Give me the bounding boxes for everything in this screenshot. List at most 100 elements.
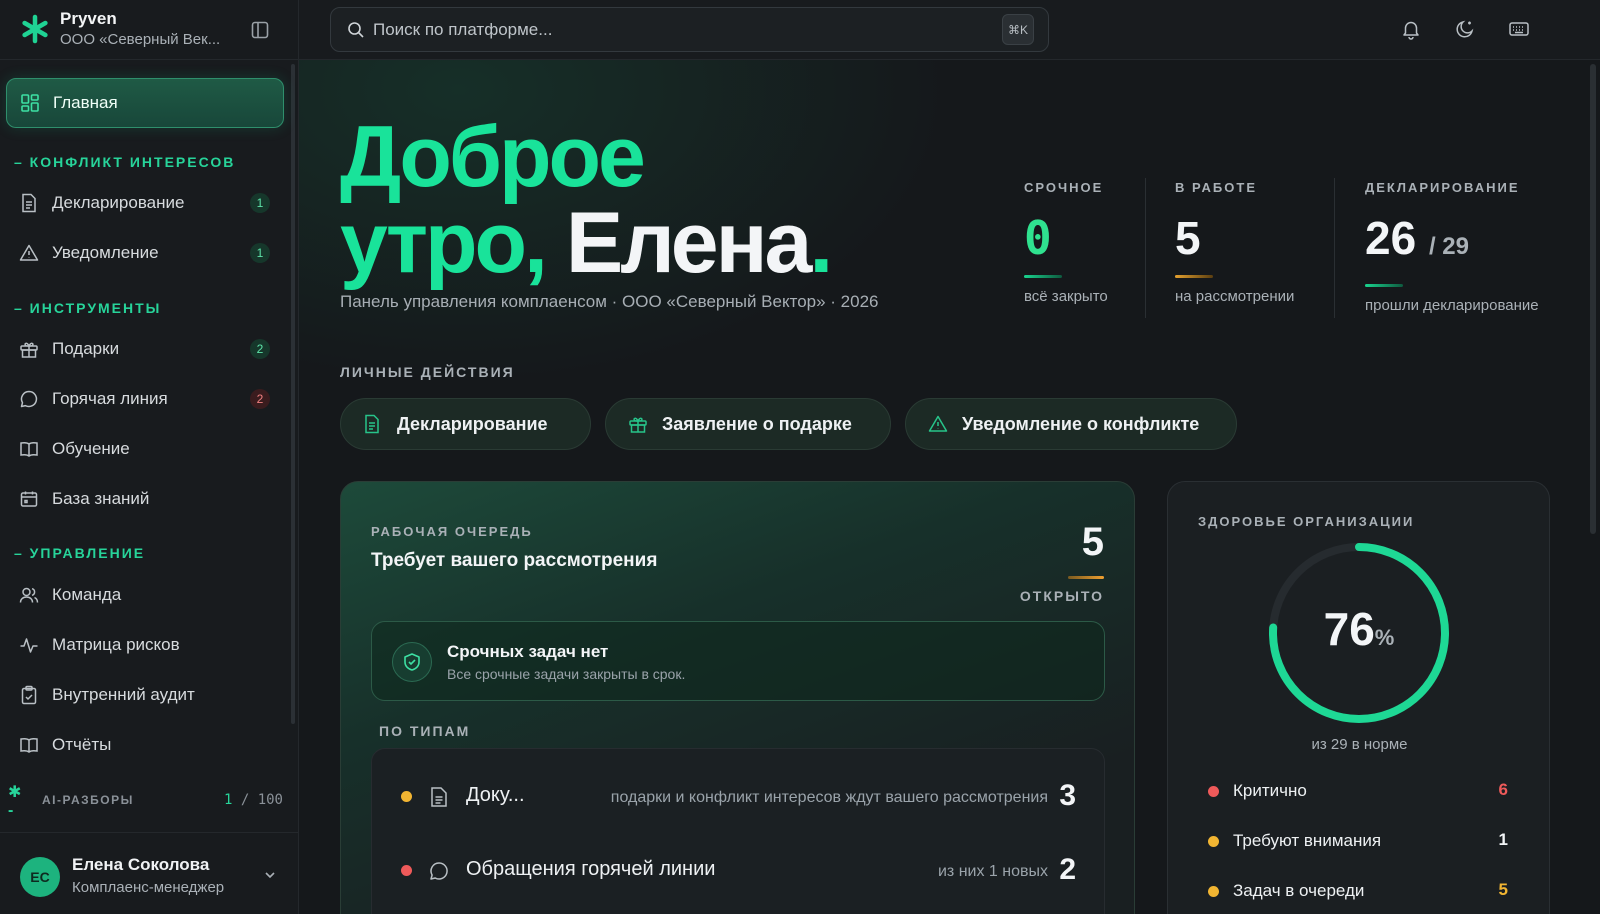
action-label: Уведомление о конфликте bbox=[962, 413, 1200, 434]
kpi-value-main: 26 bbox=[1365, 212, 1417, 264]
sidebar-item-reports[interactable]: Отчёты bbox=[6, 720, 284, 770]
count-badge: 1 bbox=[250, 193, 270, 213]
health-row-critical: Критично 6 bbox=[1208, 780, 1508, 804]
kpi-sub: прошли декларирование bbox=[1365, 297, 1539, 314]
search-icon bbox=[348, 22, 364, 38]
org-health-card: ЗДОРОВЬЕ ОРГАНИЗАЦИИ 76% из 29 в норме К… bbox=[1167, 481, 1550, 914]
user-profile[interactable]: ЕС Елена Соколова Комплаенс-менеджер bbox=[0, 832, 299, 914]
warning-icon bbox=[928, 414, 948, 434]
health-row-label: Задач в очереди bbox=[1233, 881, 1365, 900]
chat-icon bbox=[18, 388, 40, 410]
health-title: ЗДОРОВЬЕ ОРГАНИЗАЦИИ bbox=[1198, 514, 1415, 529]
sidebar-item-label: Отчёты bbox=[52, 735, 112, 754]
kpi-sub: всё закрыто bbox=[1024, 288, 1108, 305]
health-norm: из 29 в норме bbox=[1311, 736, 1408, 753]
sidebar-item-label: Команда bbox=[52, 585, 122, 604]
queue-title: Требует вашего рассмотрения bbox=[371, 550, 658, 571]
users-icon bbox=[18, 584, 40, 606]
gift-icon bbox=[628, 414, 648, 434]
sidebar-item-notification[interactable]: Уведомление 1 bbox=[6, 228, 284, 278]
health-row-value: 1 bbox=[1498, 830, 1508, 849]
clipboard-icon bbox=[18, 684, 40, 706]
page-subtitle: Панель управления комплаенсом · ООО «Сев… bbox=[340, 292, 879, 311]
bell-icon[interactable] bbox=[1400, 18, 1422, 40]
kpi-declaration: ДЕКЛАРИРОВАНИЕ 26 / 29 прошли деклариров… bbox=[1365, 180, 1539, 314]
list-item[interactable]: Доку... подарки и конфликт интересов жду… bbox=[372, 767, 1106, 827]
list-item[interactable]: Обращения горячей линии из них 1 новых 2 bbox=[372, 841, 1106, 901]
document-icon bbox=[18, 192, 40, 214]
book-icon bbox=[18, 438, 40, 460]
queue-type-count: 3 bbox=[1059, 779, 1076, 812]
theme-toggle-icon[interactable] bbox=[1454, 18, 1476, 40]
sidebar-item-hotline[interactable]: Горячая линия 2 bbox=[6, 374, 284, 424]
sidebar-item-declaration[interactable]: Декларирование 1 bbox=[6, 178, 284, 228]
health-percent-value: 76 bbox=[1323, 603, 1375, 655]
sidebar-item-risk-matrix[interactable]: Матрица рисков bbox=[6, 620, 284, 670]
shortcut-hint: ⌘K bbox=[1002, 14, 1034, 45]
action-gift-button[interactable]: Заявление о подарке bbox=[605, 398, 891, 450]
actions-title: ЛИЧНЫЕ ДЕЙСТВИЯ bbox=[340, 364, 515, 380]
ai-usage-row: ✱ - AI-РАЗБОРЫ 1 / 100 bbox=[0, 780, 299, 820]
queue-count-label: ОТКРЫТО bbox=[1019, 588, 1104, 604]
work-queue-card: РАБОЧАЯ ОЧЕРЕДЬ Требует вашего рассмотре… bbox=[340, 481, 1135, 914]
keyboard-icon[interactable] bbox=[1508, 18, 1530, 40]
kpi-value-total: / 29 bbox=[1428, 233, 1469, 260]
chevron-down-icon[interactable] bbox=[262, 867, 278, 883]
sidebar-item-internal-audit[interactable]: Внутренний аудит bbox=[6, 670, 284, 720]
status-dot bbox=[401, 791, 412, 802]
sidebar-item-team[interactable]: Команда bbox=[6, 570, 284, 620]
sidebar-item-gifts[interactable]: Подарки 2 bbox=[6, 324, 284, 374]
greeting-dot: . bbox=[809, 195, 833, 291]
asterisk-icon: ✱ - bbox=[8, 784, 22, 819]
sidebar-item-label: Уведомление bbox=[52, 243, 159, 262]
queue-types-list: Доку... подарки и конфликт интересов жду… bbox=[371, 748, 1105, 914]
chat-icon bbox=[430, 862, 448, 880]
kpi-divider bbox=[1334, 178, 1335, 318]
document-icon bbox=[363, 414, 383, 434]
ai-total: 100 bbox=[257, 792, 283, 808]
kpi-value: 5 bbox=[1175, 212, 1201, 264]
health-percent: 76% bbox=[1264, 602, 1454, 656]
sidebar-scrollbar[interactable] bbox=[291, 64, 295, 724]
main-content: Доброе утро, Елена. Панель управления ко… bbox=[299, 60, 1600, 914]
sidebar-item-label: Матрица рисков bbox=[52, 635, 180, 654]
status-dot bbox=[401, 865, 412, 876]
queue-types-title: ПО ТИПАМ bbox=[379, 723, 471, 739]
kpi-label: В РАБОТЕ bbox=[1175, 180, 1257, 195]
user-name: Елена Соколова bbox=[72, 855, 210, 874]
sidebar-collapse-icon[interactable] bbox=[250, 20, 270, 40]
status-dot bbox=[1208, 786, 1219, 797]
greeting-name: Елена bbox=[565, 195, 812, 291]
sidebar-item-home[interactable]: Главная bbox=[6, 78, 284, 128]
greeting-line2a: утро, bbox=[340, 195, 548, 291]
kpi-divider bbox=[1145, 178, 1146, 318]
ai-sep: / bbox=[232, 792, 258, 808]
sidebar-item-knowledge-base[interactable]: База знаний bbox=[6, 474, 284, 524]
document-icon bbox=[431, 787, 447, 807]
health-row-label: Критично bbox=[1233, 781, 1307, 800]
queue-type-name: Доку... bbox=[466, 784, 525, 806]
main-scrollbar[interactable] bbox=[1590, 64, 1596, 534]
queue-type-count: 2 bbox=[1059, 853, 1076, 886]
calendar-icon bbox=[18, 488, 40, 510]
status-dot bbox=[1208, 836, 1219, 847]
queue-type-desc: из них 1 новых bbox=[937, 863, 1048, 880]
sidebar-item-training[interactable]: Обучение bbox=[6, 424, 284, 474]
health-row-value: 6 bbox=[1498, 780, 1508, 799]
queue-count: 5 bbox=[1081, 520, 1104, 564]
nav-section-conflict: – КОНФЛИКТ ИНТЕРЕСОВ bbox=[14, 154, 236, 170]
action-label: Заявление о подарке bbox=[662, 413, 852, 434]
grid-icon bbox=[19, 92, 41, 114]
topbar: ⌘K bbox=[299, 0, 1600, 60]
kpi-bar bbox=[1175, 275, 1213, 278]
sidebar-item-label: Декларирование bbox=[52, 193, 185, 212]
sidebar-item-label: Горячая линия bbox=[52, 389, 168, 408]
search-input[interactable] bbox=[373, 17, 933, 43]
search-box[interactable]: ⌘K bbox=[330, 7, 1049, 52]
brand-org: ООО «Северный Век... bbox=[60, 31, 221, 48]
greeting-title: Доброе утро, Елена. bbox=[340, 114, 833, 286]
kpi-bar bbox=[1365, 284, 1403, 287]
action-conflict-button[interactable]: Уведомление о конфликте bbox=[905, 398, 1237, 450]
action-declaration-button[interactable]: Декларирование bbox=[340, 398, 591, 450]
queue-type-name: Обращения горячей линии bbox=[466, 858, 716, 880]
